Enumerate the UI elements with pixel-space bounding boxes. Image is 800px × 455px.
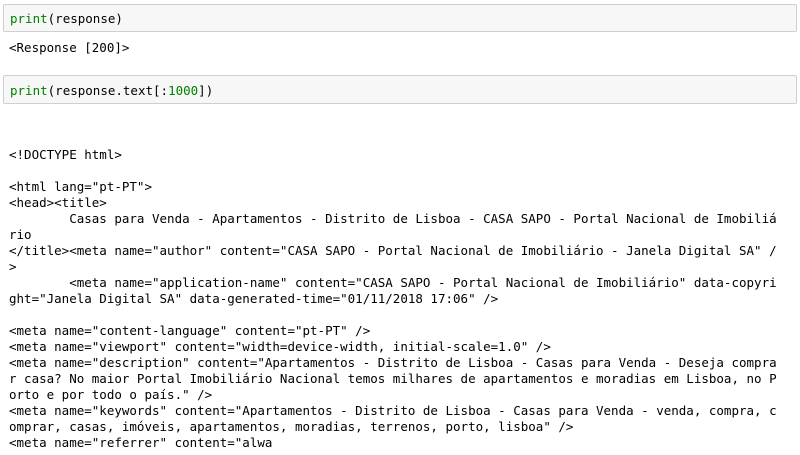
output-line: > [9,259,17,274]
print-args: (response) [47,11,123,26]
slice-number: 1000 [168,83,199,98]
output-line: ght="Janela Digital SA" data-generated-t… [9,291,499,306]
output-line: <head><title> [9,195,107,210]
output-line: <meta name="content-language" content="p… [9,323,371,338]
print-args-end: ]) [198,83,214,98]
output-line: omprar, casas, imóveis, apartamentos, mo… [9,419,574,434]
print-keyword: print [10,83,48,98]
output-line: <html lang="pt-PT"> [9,179,152,194]
print-keyword: print [10,11,48,26]
output-line: Casas para Venda - Apartamentos - Distri… [9,211,777,226]
output-line: orto e por todo o país." /> [9,387,213,402]
output-line: </title><meta name="author" content="CAS… [9,243,777,258]
code-cell-2-input[interactable]: print(response.text[:1000]) [3,75,797,104]
print-args-start: (response.text[: [47,83,169,98]
output-line: <meta name="application-name" content="C… [9,275,777,290]
output-line: <meta name="viewport" content="width=dev… [9,339,551,354]
output-line: <meta name="referrer" content="alwa [9,435,273,450]
output-line: rio [9,227,32,242]
output-line: r casa? No maior Portal Imobiliário Naci… [9,371,777,386]
output-line: <meta name="description" content="Aparta… [9,355,777,370]
code-cell-2-output: <!DOCTYPE html> <html lang="pt-PT"> <head>… [9,147,795,455]
code-cell-1-input[interactable]: print(response) [3,4,797,32]
code-cell-1-output: <Response [200]> [9,40,130,55]
output-line: <!DOCTYPE html> [9,147,122,162]
output-line: <meta name="keywords" content="Apartamen… [9,403,777,418]
